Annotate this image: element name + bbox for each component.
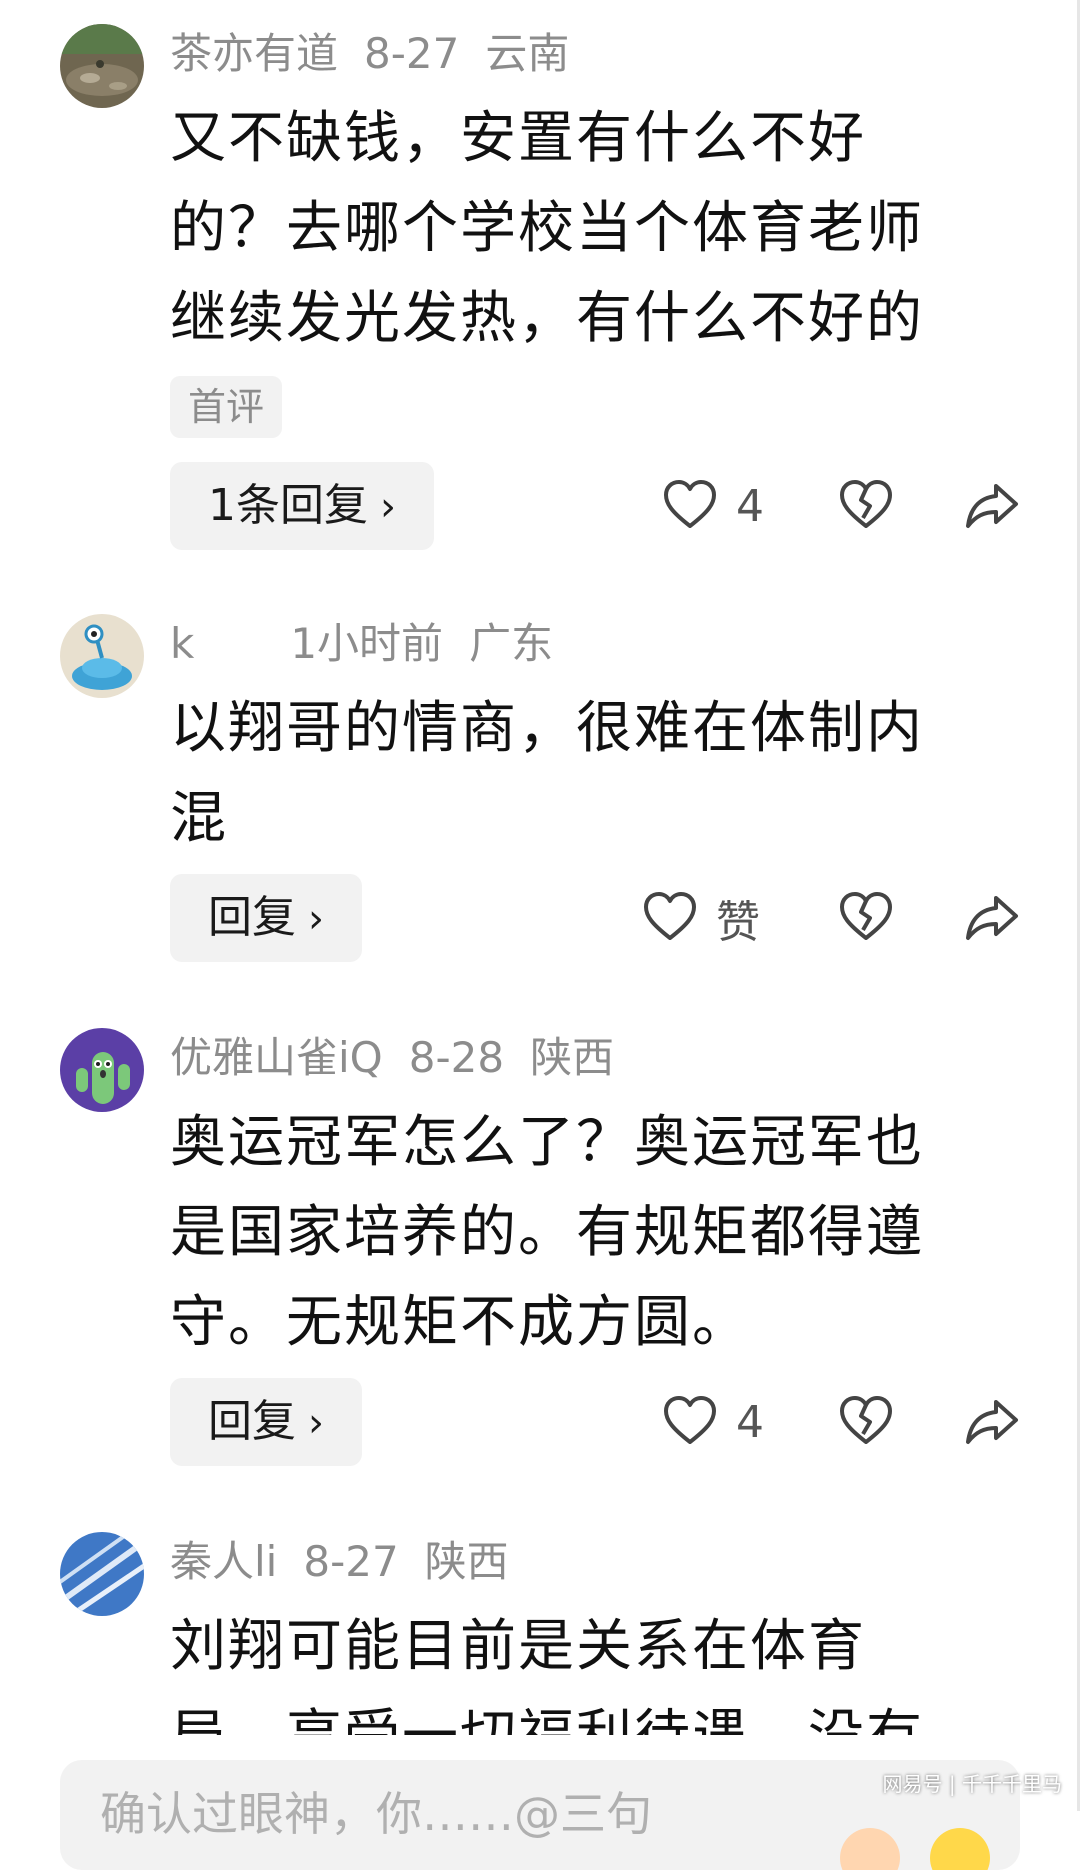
laughing-emoji-icon[interactable] <box>930 1828 990 1870</box>
broken-heart-icon <box>840 892 892 940</box>
comment-location: 广东 <box>469 619 554 668</box>
comment-meta: 茶亦有道 8-27 云南 <box>170 24 595 84</box>
reply-button[interactable]: 回复 › <box>170 874 362 962</box>
share-button[interactable] <box>964 890 1020 946</box>
comment-line: 守。无规矩不成方圆。 <box>170 1290 750 1355</box>
comment-actions: 4 <box>662 1378 1020 1466</box>
watermark: 网易号 | 千千千里马 <box>882 1772 1062 1796</box>
dislike-button[interactable] <box>838 890 894 946</box>
dislike-button[interactable] <box>838 1394 894 1450</box>
thumbs-up-emoji-icon[interactable] <box>840 1828 900 1870</box>
comment-meta: 秦人li 8-27 陕西 <box>170 1532 535 1592</box>
comment-line: 以翔哥的情商，很难在体制内 <box>170 696 924 761</box>
dislike-button[interactable] <box>838 478 894 534</box>
chevron-right-icon: › <box>308 1400 324 1446</box>
share-arrow-icon <box>966 896 1018 940</box>
comment-line: 的？去哪个学校当个体育老师 <box>170 196 924 261</box>
like-button[interactable]: 4 <box>662 1394 776 1450</box>
heart-outline-icon <box>664 1396 716 1444</box>
reply-label: 1条回复 <box>208 480 368 531</box>
comment-line: 刘翔可能目前是关系在体育 <box>170 1614 866 1679</box>
username[interactable]: 秦人li <box>170 1537 277 1586</box>
reply-label: 回复 <box>208 1396 296 1447</box>
like-button[interactable]: 4 <box>662 478 776 534</box>
comment-line: 又不缺钱，安置有什么不好 <box>170 106 866 171</box>
share-arrow-icon <box>966 484 1018 528</box>
comment-date: 8-28 <box>408 1033 505 1082</box>
avatar[interactable] <box>60 614 144 698</box>
comment-date: 1小时前 <box>290 619 444 668</box>
comment-line: 混 <box>170 786 228 851</box>
comment-location: 云南 <box>485 29 570 78</box>
username[interactable]: 优雅山雀iQ <box>170 1033 383 1082</box>
comment-location: 陕西 <box>424 1537 509 1586</box>
chevron-right-icon: › <box>380 484 396 530</box>
reply-label: 回复 <box>208 892 296 943</box>
like-count: 4 <box>736 1396 764 1448</box>
comment-actions: 4 <box>662 462 1020 550</box>
like-count: 4 <box>736 480 764 532</box>
heart-outline-icon <box>644 892 696 940</box>
heart-outline-icon <box>664 480 716 528</box>
reply-button[interactable]: 回复 › <box>170 1378 362 1466</box>
comment-line: 局，享受一切福利待遇，没有 <box>170 1692 1000 1735</box>
chevron-right-icon: › <box>308 896 324 942</box>
first-comment-tag: 首评 <box>170 376 283 438</box>
comment-input-bar[interactable]: 确认过眼神，你……@三句 <box>60 1760 1020 1870</box>
comment-meta: k 1小时前 广东 <box>170 614 579 674</box>
comment-location: 陕西 <box>530 1033 615 1082</box>
like-button[interactable]: 赞 <box>642 886 776 950</box>
comment-date: 8-27 <box>303 1537 399 1586</box>
username[interactable]: k <box>170 619 194 668</box>
avatar[interactable] <box>60 24 144 108</box>
broken-heart-icon <box>840 1396 892 1444</box>
share-button[interactable] <box>964 1394 1020 1450</box>
avatar[interactable] <box>60 1028 144 1112</box>
comment-line: 继续发光发热，有什么不好的 <box>170 286 924 351</box>
comment-text: 以翔哥的情商，很难在体制内 混 <box>170 684 1000 864</box>
avatar[interactable] <box>60 1532 144 1616</box>
share-arrow-icon <box>966 1400 1018 1444</box>
comment-actions: 赞 <box>642 874 1020 962</box>
like-count: 赞 <box>716 897 760 948</box>
comment-list: 茶亦有道 8-27 云南 又不缺钱，安置有什么不好 的？去哪个学校当个体育老师 继续… <box>0 0 1080 1735</box>
comment-meta: 优雅山雀iQ 8-28 陕西 <box>170 1028 640 1088</box>
comment-text: 奥运冠军怎么了？奥运冠军也 是国家培养的。有规矩都得遵 守。无规矩不成方圆。 <box>170 1098 1000 1368</box>
reply-button[interactable]: 1条回复 › <box>170 462 434 550</box>
comment-line: 是国家培养的。有规矩都得遵 <box>170 1200 924 1265</box>
comment-text: 刘翔可能目前是关系在体育 局，享受一切福利待遇，没有 <box>170 1602 1000 1735</box>
comment-line: 奥运冠军怎么了？奥运冠军也 <box>170 1110 924 1175</box>
comment-text: 又不缺钱，安置有什么不好 的？去哪个学校当个体育老师 继续发光发热，有什么不好的 <box>170 94 1000 364</box>
broken-heart-icon <box>840 480 892 528</box>
comment-input-placeholder: 确认过眼神，你……@三句 <box>100 1787 652 1841</box>
share-button[interactable] <box>964 478 1020 534</box>
comment-date: 8-27 <box>364 29 460 78</box>
username[interactable]: 茶亦有道 <box>170 29 338 78</box>
